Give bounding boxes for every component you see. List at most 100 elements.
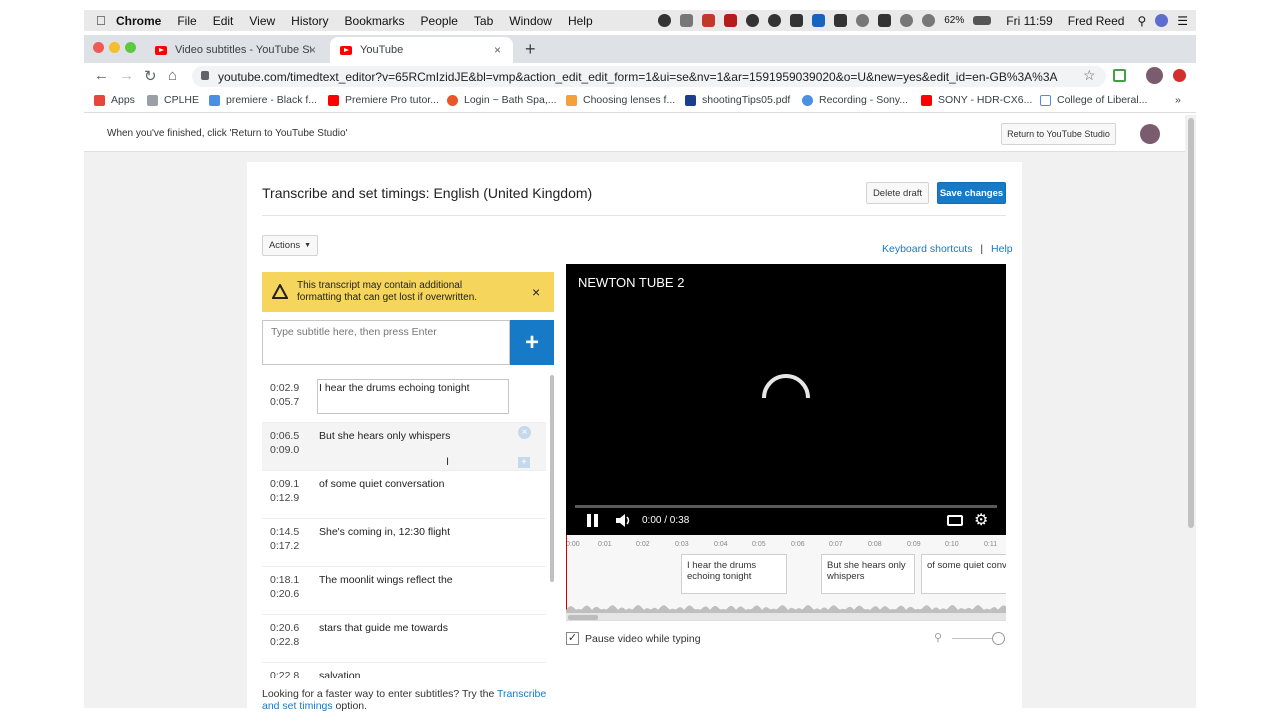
settings-gear-icon[interactable]: ⚙ xyxy=(974,510,988,530)
tab-video-subtitles[interactable]: Video subtitles - YouTube Studio × xyxy=(145,37,328,63)
close-window-button[interactable] xyxy=(93,42,104,53)
start-time[interactable]: 0:20.6 xyxy=(270,622,299,634)
app-icon[interactable] xyxy=(702,14,716,27)
subtitle-text[interactable]: The moonlit wings reflect the xyxy=(319,574,453,586)
volume-icon[interactable] xyxy=(615,513,633,528)
extension-icon[interactable] xyxy=(1113,69,1126,82)
forward-icon[interactable]: → xyxy=(119,67,134,84)
progress-bar[interactable] xyxy=(575,505,997,508)
start-time[interactable]: 0:18.1 xyxy=(270,574,299,586)
creative-cloud-icon[interactable] xyxy=(746,14,760,27)
bookmarks-overflow[interactable]: » xyxy=(1175,94,1181,106)
avatar[interactable] xyxy=(1140,124,1160,144)
timeline-caption[interactable]: of some quiet conve xyxy=(921,554,1006,594)
bookmark-premiere-black[interactable]: premiere - Black f... xyxy=(209,94,317,106)
end-time[interactable]: 0:09.0 xyxy=(270,444,299,456)
add-subtitle-button[interactable]: + xyxy=(510,320,554,365)
zoom-slider-handle[interactable] xyxy=(992,632,1005,645)
update-icon[interactable] xyxy=(1173,69,1186,82)
battery-icon[interactable] xyxy=(973,16,992,25)
siri-icon[interactable] xyxy=(1155,14,1169,27)
close-icon[interactable]: × xyxy=(532,284,540,300)
sync-icon[interactable] xyxy=(768,14,782,27)
profile-avatar[interactable] xyxy=(1146,67,1163,84)
subtitle-row[interactable]: 0:18.1 0:20.6 The moonlit wings reflect … xyxy=(262,567,546,615)
bookmark-sony-hdr[interactable]: SONY - HDR-CX6... xyxy=(921,94,1032,106)
menu-bookmarks[interactable]: Bookmarks xyxy=(345,14,405,28)
video-player[interactable]: NEWTON TUBE 2 0:00 / 0:38 ⚙ xyxy=(566,264,1006,535)
close-tab-icon[interactable]: × xyxy=(309,43,316,57)
subtitle-text[interactable]: stars that guide me towards xyxy=(319,622,448,634)
subtitle-row[interactable]: 0:22.8 salvation xyxy=(262,663,546,678)
malwarebytes-icon[interactable] xyxy=(834,14,848,27)
subtitle-edit-field[interactable]: I hear the drums echoing tonight xyxy=(317,379,509,414)
subtitle-row[interactable]: 0:06.5 0:09.0 But she hears only whisper… xyxy=(262,423,546,471)
menu-history[interactable]: History xyxy=(291,14,328,28)
subtitle-text[interactable]: But she hears only whispers xyxy=(319,430,450,442)
end-time[interactable]: 0:12.9 xyxy=(270,492,299,504)
bookmark-apps[interactable]: Apps xyxy=(94,94,135,106)
subtitles-icon[interactable] xyxy=(947,515,963,526)
timeline-scrollbar-thumb[interactable] xyxy=(568,615,598,620)
bookmark-choosing-lenses[interactable]: Choosing lenses f... xyxy=(566,94,675,106)
bookmark-cplhe[interactable]: CPLHE xyxy=(147,94,199,106)
caption-timeline[interactable]: 0:00 0:01 0:02 0:03 0:04 0:05 0:06 0:07 … xyxy=(566,535,1006,621)
bookmark-recording-sony[interactable]: Recording - Sony... xyxy=(802,94,908,106)
messages-icon[interactable] xyxy=(878,14,892,27)
page-scrollbar-thumb[interactable] xyxy=(1188,118,1194,528)
subtitle-text[interactable]: She's coming in, 12:30 flight xyxy=(319,526,450,538)
bookmark-shooting-tips[interactable]: shootingTips05.pdf xyxy=(685,94,790,106)
subtitle-row[interactable]: 0:20.6 0:22.8 stars that guide me toward… xyxy=(262,615,546,663)
close-tab-icon[interactable]: × xyxy=(494,43,501,57)
list-scrollbar[interactable] xyxy=(550,375,554,582)
menu-file[interactable]: File xyxy=(177,14,196,28)
lock-icon[interactable] xyxy=(201,71,209,80)
menu-view[interactable]: View xyxy=(249,14,275,28)
subtitle-row[interactable]: 0:14.5 0:17.2 She's coming in, 12:30 fli… xyxy=(262,519,546,567)
display-icon[interactable] xyxy=(790,14,804,27)
start-time[interactable]: 0:22.8 xyxy=(270,670,299,678)
apple-icon[interactable]:  xyxy=(96,13,116,28)
end-time[interactable]: 0:05.7 xyxy=(270,396,299,408)
user-name[interactable]: Fred Reed xyxy=(1068,14,1125,28)
reload-icon[interactable]: ↻ xyxy=(144,67,157,85)
bookmark-premiere-tutor[interactable]: Premiere Pro tutor... xyxy=(328,94,439,106)
cancel-icon[interactable] xyxy=(856,14,870,27)
delete-draft-button[interactable]: Delete draft xyxy=(866,182,929,204)
timeline-scrollbar[interactable] xyxy=(566,613,1006,620)
time-machine-icon[interactable] xyxy=(900,14,914,27)
start-time[interactable]: 0:14.5 xyxy=(270,526,299,538)
menu-help[interactable]: Help xyxy=(568,14,593,28)
end-time[interactable]: 0:17.2 xyxy=(270,540,299,552)
record-icon[interactable] xyxy=(658,14,672,27)
vlc-icon[interactable] xyxy=(680,14,694,27)
return-to-studio-button[interactable]: Return to YouTube Studio xyxy=(1001,123,1116,145)
delete-row-icon[interactable]: × xyxy=(518,426,531,439)
notification-center-icon[interactable]: ☰ xyxy=(1177,14,1188,28)
start-time[interactable]: 0:06.5 xyxy=(270,430,299,442)
clock[interactable]: Fri 11:59 xyxy=(1006,14,1052,28)
bookmark-bath-spa[interactable]: Login ~ Bath Spa,... xyxy=(447,94,557,106)
spotlight-icon[interactable]: ⚲ xyxy=(1137,14,1146,28)
new-tab-button[interactable]: + xyxy=(525,39,536,60)
pause-icon[interactable] xyxy=(587,514,591,527)
timeline-caption[interactable]: I hear the drums echoing tonight xyxy=(681,554,787,594)
subtitle-row[interactable]: 0:09.1 0:12.9 of some quiet conversation xyxy=(262,471,546,519)
subtitle-text[interactable]: of some quiet conversation xyxy=(319,478,445,490)
tab-youtube[interactable]: YouTube × xyxy=(330,37,513,63)
teamviewer-icon[interactable] xyxy=(812,14,826,27)
mcafee-icon[interactable] xyxy=(724,14,738,27)
start-time[interactable]: 0:02.9 xyxy=(270,382,299,394)
subtitle-input[interactable]: Type subtitle here, then press Enter xyxy=(262,320,510,365)
back-icon[interactable]: ← xyxy=(94,67,109,84)
help-link[interactable]: Help xyxy=(991,243,1013,255)
save-changes-button[interactable]: Save changes xyxy=(937,182,1006,204)
home-icon[interactable]: ⌂ xyxy=(168,67,177,84)
subtitle-text[interactable]: salvation xyxy=(319,670,360,678)
pause-while-typing-checkbox[interactable]: ✓ xyxy=(566,632,579,645)
menu-window[interactable]: Window xyxy=(509,14,552,28)
insert-row-icon[interactable]: + xyxy=(518,457,530,468)
actions-dropdown[interactable]: Actions ▼ xyxy=(262,235,318,256)
menu-edit[interactable]: Edit xyxy=(213,14,234,28)
bookmark-college-liberal[interactable]: College of Liberal... xyxy=(1040,94,1147,106)
